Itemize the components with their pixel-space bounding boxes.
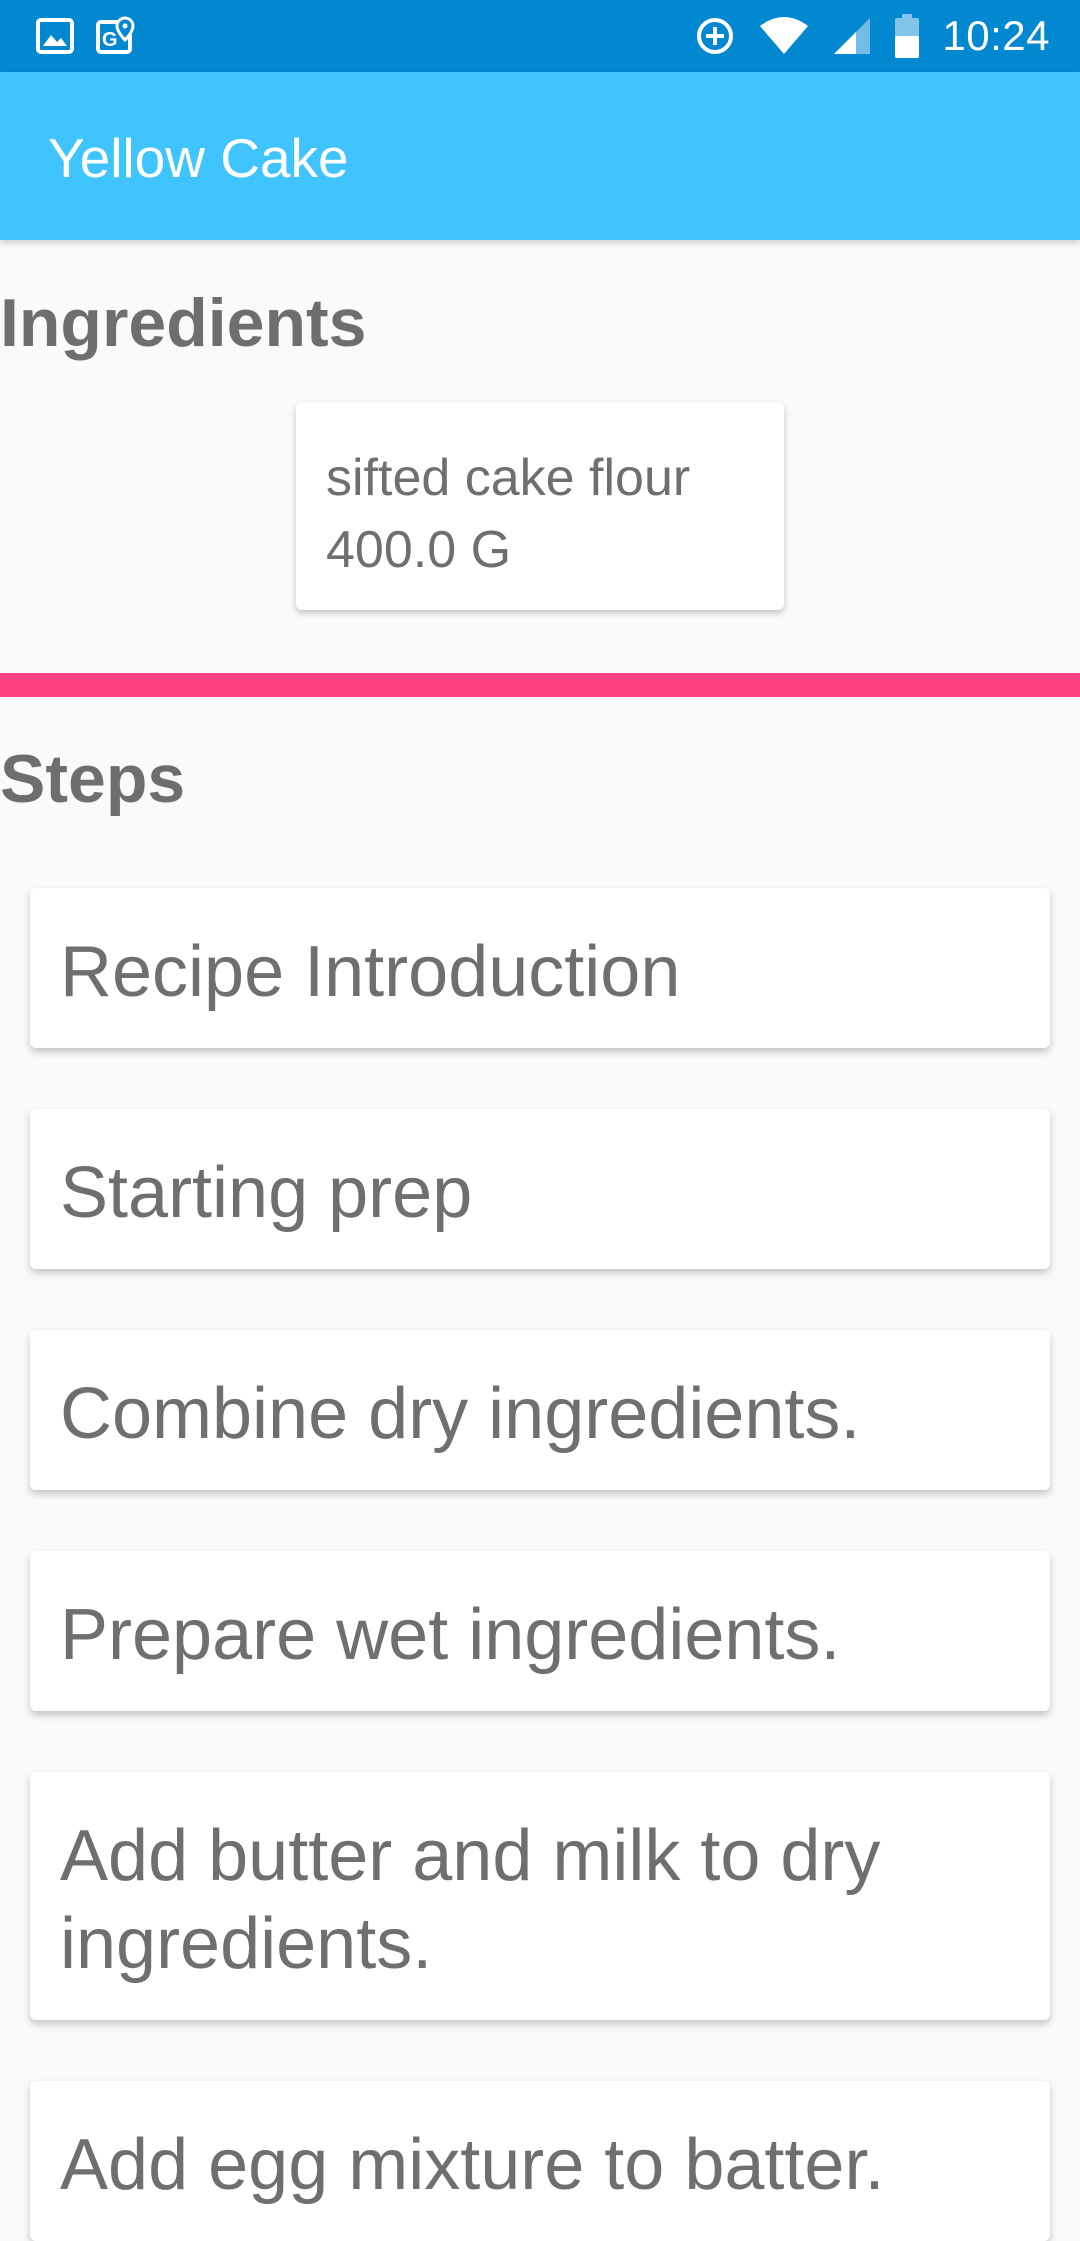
step-label: Add butter and milk to dry ingredients.: [60, 1816, 881, 1984]
status-bar-left-icons: G: [36, 16, 136, 56]
status-bar: G 10:24: [0, 0, 1080, 72]
app-bar: Yellow Cake: [0, 72, 1080, 240]
step-label: Starting prep: [60, 1153, 473, 1233]
ingredient-quantity: 400.0 G: [326, 521, 512, 579]
step-label: Recipe Introduction: [60, 932, 681, 1012]
ingredient-card[interactable]: sifted cake flour 400.0 G: [296, 402, 784, 610]
steps-header: Steps: [0, 741, 186, 817]
step-card-prepare-wet-ingredients[interactable]: Prepare wet ingredients.: [30, 1551, 1050, 1711]
step-label: Combine dry ingredients.: [60, 1374, 861, 1454]
signal-icon: [832, 16, 872, 56]
data-saver-icon: [694, 15, 736, 57]
wifi-icon: [758, 16, 810, 56]
app-title: Yellow Cake: [48, 127, 349, 189]
status-bar-right-icons: 10:24: [694, 10, 1050, 62]
step-card-combine-dry-ingredients[interactable]: Combine dry ingredients.: [30, 1330, 1050, 1490]
ingredient-name: sifted cake flour: [326, 449, 691, 507]
status-time: 10:24: [942, 12, 1050, 59]
ingredients-header: Ingredients: [0, 285, 367, 361]
step-label: Add egg mixture to batter.: [60, 2125, 885, 2205]
battery-icon: [894, 14, 920, 58]
step-label: Prepare wet ingredients.: [60, 1595, 841, 1675]
step-card-add-butter-and-milk[interactable]: Add butter and milk to dry ingredients.: [30, 1772, 1050, 2020]
image-icon: [36, 18, 74, 54]
svg-text:G: G: [102, 29, 118, 51]
section-divider: [0, 673, 1080, 697]
step-card-recipe-introduction[interactable]: Recipe Introduction: [30, 888, 1050, 1048]
step-card-add-egg-mixture[interactable]: Add egg mixture to batter.: [30, 2081, 1050, 2241]
maps-icon: G: [96, 16, 136, 56]
step-card-starting-prep[interactable]: Starting prep: [30, 1109, 1050, 1269]
